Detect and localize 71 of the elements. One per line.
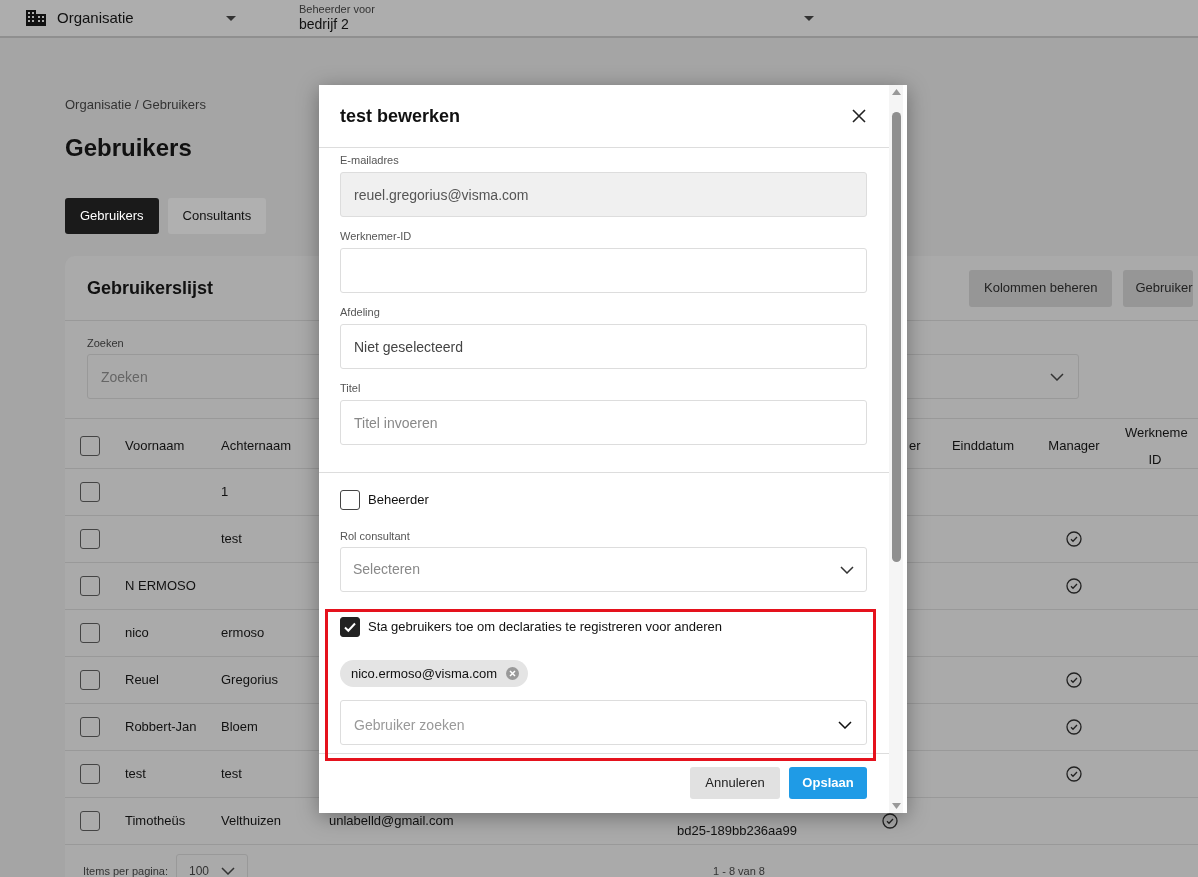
table-cell-text: test — [221, 765, 242, 784]
tab[interactable]: Gebruikers — [65, 198, 159, 234]
table-cell-text: test — [125, 765, 146, 784]
column-header: Voornaam — [125, 437, 185, 456]
text-field[interactable] — [340, 248, 867, 293]
column-header: er — [909, 437, 921, 456]
table-cell-text: N ERMOSO — [125, 577, 196, 596]
chevron-down-icon — [1050, 372, 1064, 381]
admin-for-select[interactable]: Beheerder voor bedrijf 2 — [299, 3, 814, 33]
tab[interactable]: Consultants — [167, 198, 267, 234]
checkbox[interactable] — [79, 623, 100, 643]
page-size-select[interactable]: 100 — [176, 854, 248, 877]
cancel-button[interactable]: Annuleren — [690, 767, 780, 799]
scroll-up-icon[interactable] — [891, 89, 901, 95]
table-cell-text: 1 — [221, 483, 229, 502]
field-label: Rol consultant — [340, 529, 411, 543]
field-label: Zoeken — [87, 335, 124, 351]
toolbar-button[interactable]: Kolommen beheren — [969, 269, 1113, 307]
pagination-label: Items per pagina: — [83, 863, 168, 877]
checkbox[interactable] — [79, 436, 100, 456]
building-icon — [26, 10, 46, 26]
column-header: Manager — [1048, 437, 1100, 456]
pagination-range: 1 - 8 van 8 — [713, 863, 765, 877]
checkbox-label: Beheerder — [368, 491, 429, 510]
table-cell-text: Bloem — [221, 718, 258, 737]
breadcrumb: Organisatie / Gebruikers — [65, 97, 207, 113]
table-cell-text: test — [221, 530, 242, 549]
role-select[interactable]: Selecteren — [340, 547, 867, 592]
checkbox[interactable] — [79, 764, 100, 784]
checkbox[interactable] — [79, 717, 100, 737]
table-cell-text: bd25-189bb236aa99 — [677, 822, 797, 841]
table-cell-text: Timotheüs — [125, 812, 186, 831]
checkbox[interactable] — [340, 617, 360, 637]
field-label: Werknemer-ID — [340, 229, 413, 243]
table-cell-text: Gregorius — [221, 671, 279, 690]
checkbox[interactable] — [79, 576, 100, 596]
checkbox[interactable] — [340, 490, 360, 510]
table-cell-text: Robbert-Jan — [125, 718, 197, 737]
column-header: Achternaam — [221, 437, 292, 456]
remove-icon[interactable] — [506, 667, 520, 680]
page-heading: Gebruikers — [65, 133, 192, 163]
caret-icon — [804, 15, 814, 21]
checkbox[interactable] — [79, 482, 100, 502]
field-label: Titel — [340, 381, 362, 395]
checkmark-icon — [343, 620, 357, 634]
checkbox[interactable] — [79, 670, 100, 690]
table-cell-text: Reuel — [125, 671, 159, 690]
scroll-down-icon[interactable] — [891, 803, 901, 809]
checkbox[interactable] — [79, 811, 100, 831]
card-title: Gebruikerslijst — [87, 276, 215, 300]
checkbox-label: Sta gebruikers toe om declaraties te registreren voor anderen — [368, 618, 723, 637]
text-field[interactable]: Niet geselecteerd — [340, 324, 867, 369]
chevron-down-icon — [840, 565, 854, 574]
column-header: Werkneme ID — [1125, 424, 1185, 469]
checkbox[interactable] — [79, 529, 100, 549]
text-field[interactable]: Titel invoeren — [340, 400, 867, 445]
table-cell-text: unlabelld@gmail.com — [329, 812, 454, 831]
table-cell-text: nico — [125, 624, 149, 643]
toolbar-button[interactable]: Gebruiker — [1123, 269, 1193, 307]
caret-icon — [226, 15, 236, 21]
column-header: Einddatum — [951, 437, 1015, 456]
field-label: E-mailadres — [340, 153, 400, 167]
chevron-down-icon — [221, 867, 235, 875]
table-cell-text: Velthuizen — [221, 812, 281, 831]
chevron-down-icon — [838, 720, 852, 729]
organisation-select[interactable]: Organisatie — [26, 6, 236, 30]
scrollbar[interactable] — [889, 85, 903, 813]
table-cell-text: ermoso — [221, 624, 265, 643]
field-label: Afdeling — [340, 305, 381, 319]
user-chip: nico.ermoso@visma.com — [340, 660, 529, 687]
dialog-title: test bewerken — [340, 104, 462, 128]
